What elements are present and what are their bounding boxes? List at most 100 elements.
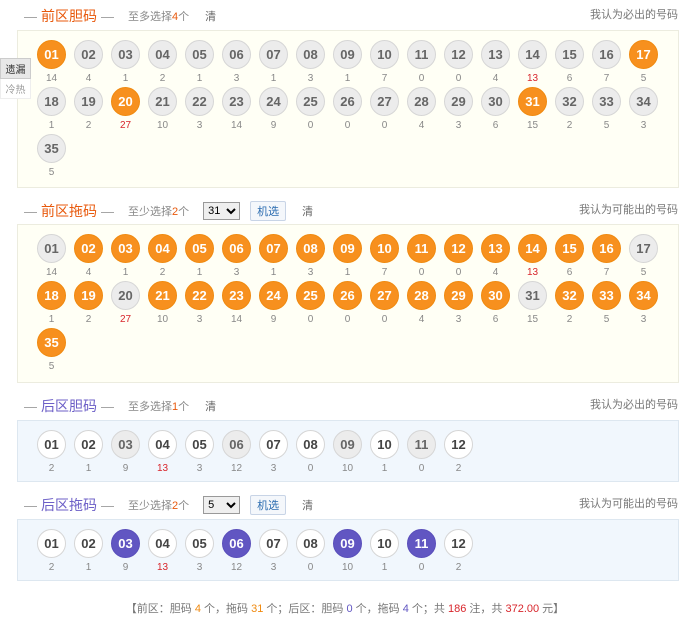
front-tuo-ball-06[interactable]: 06 — [222, 234, 251, 263]
front-tuo-ball-15[interactable]: 15 — [555, 234, 584, 263]
tab-omission[interactable]: 遗漏 — [0, 58, 31, 79]
front-tuo-ball-17[interactable]: 17 — [629, 234, 658, 263]
front-dan-ball-32[interactable]: 32 — [555, 87, 584, 116]
back-tuo-ball-10[interactable]: 10 — [370, 529, 399, 558]
front-dan-ball-02[interactable]: 02 — [74, 40, 103, 69]
front-dan-ball-09[interactable]: 09 — [333, 40, 362, 69]
back-tuo-ball-05[interactable]: 05 — [185, 529, 214, 558]
front-tuo-ball-07[interactable]: 07 — [259, 234, 288, 263]
front-dan-ball-10[interactable]: 10 — [370, 40, 399, 69]
front-tuo-ball-26[interactable]: 26 — [333, 281, 362, 310]
front-dan-ball-34[interactable]: 34 — [629, 87, 658, 116]
front-dan-ball-16[interactable]: 16 — [592, 40, 621, 69]
front-tuo-ball-19[interactable]: 19 — [74, 281, 103, 310]
back-tuo-ball-03[interactable]: 03 — [111, 529, 140, 558]
front-tuo-ball-35[interactable]: 35 — [37, 328, 66, 357]
back-tuo-ball-12[interactable]: 12 — [444, 529, 473, 558]
front-dan-ball-24[interactable]: 24 — [259, 87, 288, 116]
back-dan-ball-10[interactable]: 10 — [370, 430, 399, 459]
front-tuo-ball-08[interactable]: 08 — [296, 234, 325, 263]
back-dan-ball-06[interactable]: 06 — [222, 430, 251, 459]
front-tuo-ball-29[interactable]: 29 — [444, 281, 473, 310]
front-dan-ball-06[interactable]: 06 — [222, 40, 251, 69]
back-dan-ball-09[interactable]: 09 — [333, 430, 362, 459]
front-tuo-ball-31[interactable]: 31 — [518, 281, 547, 310]
front-tuo-ball-04[interactable]: 04 — [148, 234, 177, 263]
tab-hot-cold[interactable]: 冷热 — [0, 79, 31, 99]
front-dan-ball-19[interactable]: 19 — [74, 87, 103, 116]
back-tuo-ball-11[interactable]: 11 — [407, 529, 436, 558]
front-tuo-ball-12[interactable]: 12 — [444, 234, 473, 263]
back-dan-ball-11[interactable]: 11 — [407, 430, 436, 459]
front-dan-ball-05[interactable]: 05 — [185, 40, 214, 69]
back-tuo-random-button[interactable]: 机选 — [250, 495, 287, 515]
back-dan-ball-02[interactable]: 02 — [74, 430, 103, 459]
front-dan-ball-01[interactable]: 01 — [37, 40, 66, 69]
back-tuo-ball-02[interactable]: 02 — [74, 529, 103, 558]
front-tuo-ball-21[interactable]: 21 — [148, 281, 177, 310]
front-dan-ball-15[interactable]: 15 — [555, 40, 584, 69]
front-tuo-ball-30[interactable]: 30 — [481, 281, 510, 310]
front-tuo-ball-16[interactable]: 16 — [592, 234, 621, 263]
back-dan-ball-07[interactable]: 07 — [259, 430, 288, 459]
front-tuo-ball-28[interactable]: 28 — [407, 281, 436, 310]
back-tuo-ball-06[interactable]: 06 — [222, 529, 251, 558]
front-tuo-ball-03[interactable]: 03 — [111, 234, 140, 263]
back-tuo-ball-04[interactable]: 04 — [148, 529, 177, 558]
front-dan-ball-23[interactable]: 23 — [222, 87, 251, 116]
front-dan-ball-30[interactable]: 30 — [481, 87, 510, 116]
front-tuo-ball-01[interactable]: 01 — [37, 234, 66, 263]
back-dan-ball-05[interactable]: 05 — [185, 430, 214, 459]
front-tuo-clear-button[interactable]: 清 — [302, 203, 313, 219]
front-tuo-ball-22[interactable]: 22 — [185, 281, 214, 310]
front-tuo-ball-23[interactable]: 23 — [222, 281, 251, 310]
back-dan-ball-08[interactable]: 08 — [296, 430, 325, 459]
front-dan-ball-07[interactable]: 07 — [259, 40, 288, 69]
front-tuo-ball-10[interactable]: 10 — [370, 234, 399, 263]
front-dan-ball-26[interactable]: 26 — [333, 87, 362, 116]
front-dan-ball-11[interactable]: 11 — [407, 40, 436, 69]
front-dan-ball-22[interactable]: 22 — [185, 87, 214, 116]
front-dan-ball-20[interactable]: 20 — [111, 87, 140, 116]
back-dan-clear-button[interactable]: 清 — [205, 398, 216, 414]
front-tuo-ball-33[interactable]: 33 — [592, 281, 621, 310]
front-tuo-ball-02[interactable]: 02 — [74, 234, 103, 263]
front-dan-clear-button[interactable]: 清 — [205, 8, 216, 24]
front-dan-ball-13[interactable]: 13 — [481, 40, 510, 69]
front-tuo-ball-09[interactable]: 09 — [333, 234, 362, 263]
front-dan-ball-21[interactable]: 21 — [148, 87, 177, 116]
front-tuo-ball-34[interactable]: 34 — [629, 281, 658, 310]
front-tuo-ball-18[interactable]: 18 — [37, 281, 66, 310]
front-dan-ball-33[interactable]: 33 — [592, 87, 621, 116]
front-tuo-random-count-select[interactable]: 31 — [203, 202, 241, 220]
back-tuo-clear-button[interactable]: 清 — [302, 497, 313, 513]
back-dan-ball-03[interactable]: 03 — [111, 430, 140, 459]
front-dan-ball-35[interactable]: 35 — [37, 134, 66, 163]
front-tuo-random-button[interactable]: 机选 — [250, 201, 287, 221]
back-tuo-ball-07[interactable]: 07 — [259, 529, 288, 558]
front-tuo-ball-20[interactable]: 20 — [111, 281, 140, 310]
front-tuo-ball-27[interactable]: 27 — [370, 281, 399, 310]
front-tuo-ball-11[interactable]: 11 — [407, 234, 436, 263]
front-tuo-ball-25[interactable]: 25 — [296, 281, 325, 310]
front-dan-ball-14[interactable]: 14 — [518, 40, 547, 69]
front-dan-ball-12[interactable]: 12 — [444, 40, 473, 69]
front-dan-ball-29[interactable]: 29 — [444, 87, 473, 116]
front-dan-ball-25[interactable]: 25 — [296, 87, 325, 116]
back-tuo-ball-01[interactable]: 01 — [37, 529, 66, 558]
front-tuo-ball-13[interactable]: 13 — [481, 234, 510, 263]
front-dan-ball-28[interactable]: 28 — [407, 87, 436, 116]
back-tuo-ball-08[interactable]: 08 — [296, 529, 325, 558]
front-dan-ball-18[interactable]: 18 — [37, 87, 66, 116]
front-dan-ball-17[interactable]: 17 — [629, 40, 658, 69]
back-dan-ball-01[interactable]: 01 — [37, 430, 66, 459]
front-dan-ball-03[interactable]: 03 — [111, 40, 140, 69]
front-tuo-ball-14[interactable]: 14 — [518, 234, 547, 263]
back-tuo-ball-09[interactable]: 09 — [333, 529, 362, 558]
back-dan-ball-12[interactable]: 12 — [444, 430, 473, 459]
front-tuo-ball-24[interactable]: 24 — [259, 281, 288, 310]
back-tuo-random-count-select[interactable]: 5 — [203, 496, 241, 514]
front-dan-ball-31[interactable]: 31 — [518, 87, 547, 116]
back-dan-ball-04[interactable]: 04 — [148, 430, 177, 459]
front-dan-ball-04[interactable]: 04 — [148, 40, 177, 69]
